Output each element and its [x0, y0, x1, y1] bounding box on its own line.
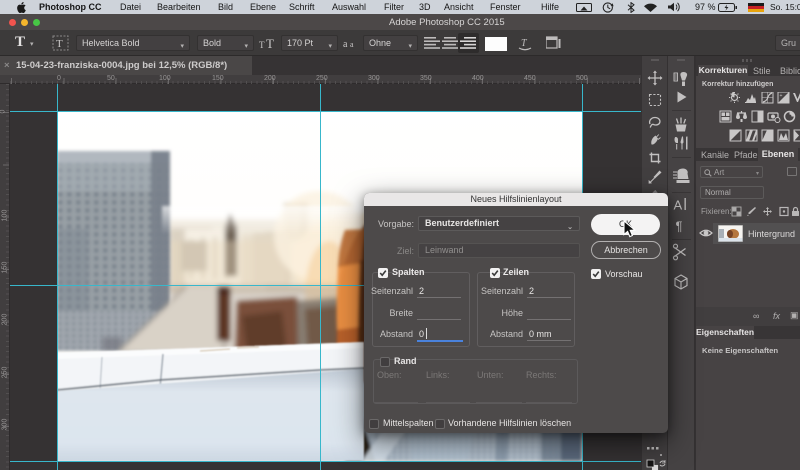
- svg-text:T: T: [259, 40, 265, 50]
- svg-text:T: T: [56, 38, 63, 50]
- svg-text:T: T: [521, 38, 528, 49]
- svg-text:+: +: [780, 93, 783, 99]
- svg-text:T: T: [266, 36, 274, 50]
- svg-text:A: A: [674, 198, 683, 213]
- svg-text:a: a: [350, 40, 354, 49]
- svg-text:¶: ¶: [676, 219, 683, 234]
- svg-text:a: a: [343, 39, 348, 49]
